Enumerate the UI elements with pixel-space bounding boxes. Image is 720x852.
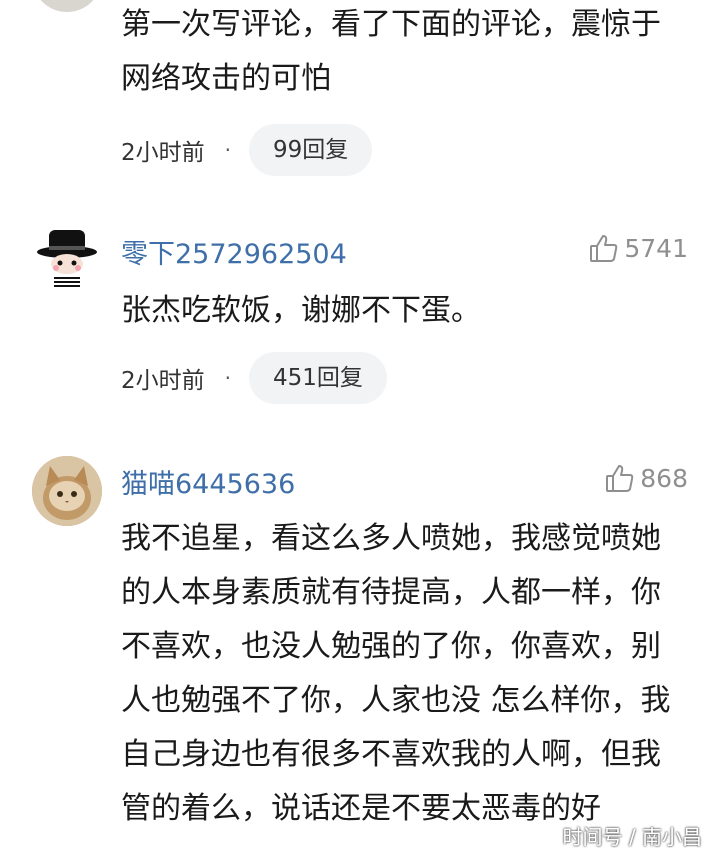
comment-line: 自己身边也有很多不喜欢我的人啊，但我 [121,737,661,772]
comment-body: 张杰吃软饭，谢娜不下蛋。 [121,284,691,338]
comment-line: 第一次写评论，看了下面的评论，震惊于 [121,7,661,42]
separator-dot: · [224,138,231,162]
comment-time: 2小时前 [121,368,205,394]
like-button[interactable]: 5741 [588,232,688,264]
comment-line: 张杰吃软饭，谢娜不下蛋。 [121,293,481,328]
comment-username[interactable]: 猫喵6445636 [121,462,295,501]
black-hat-cartoon-avatar-icon[interactable] [32,224,102,294]
watermark: 时间号 / 南小昌 [562,825,702,849]
like-count: 868 [640,463,688,493]
comment-meta: 2小时前 · 99回复 [121,124,373,176]
thumbs-up-icon [588,232,620,264]
reply-count-button[interactable]: 99回复 [249,124,373,176]
separator-dot: · [224,366,231,390]
avatar[interactable] [32,0,102,12]
comment-username[interactable]: 零下2572962504 [121,232,347,271]
comment-line: 的人本身素质就有待提高，人都一样，你 [121,575,661,610]
comment-meta: 2小时前 · 451回复 [121,352,387,404]
comment-line: 我不追星，看这么多人喷她，我感觉喷她 [121,521,661,556]
comment-body: 我不追星，看这么多人喷她，我感觉喷她 的人本身素质就有待提高，人都一样，你 不喜… [121,512,691,836]
comment-line: 不喜欢，也没人勉强的了你，你喜欢，别 [121,629,661,664]
like-button[interactable]: 868 [604,462,688,494]
comment-line: 人也勉强不了你，人家也没 怎么样你，我 [121,683,671,718]
comment-time: 2小时前 [121,140,205,166]
reply-count-button[interactable]: 451回复 [249,352,387,404]
comment-body: 第一次写评论，看了下面的评论，震惊于 网络攻击的可怕 [121,0,691,106]
cat-photo-avatar-icon[interactable] [32,456,102,526]
thumbs-up-icon [604,462,636,494]
comment-line: 网络攻击的可怕 [121,61,331,96]
like-count: 5741 [624,233,688,263]
